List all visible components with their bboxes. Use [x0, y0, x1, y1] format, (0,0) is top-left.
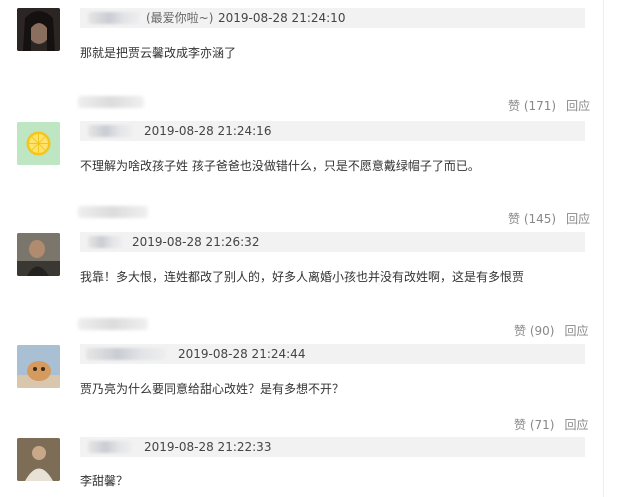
avatar[interactable]	[17, 438, 60, 481]
like-button[interactable]: 赞 (90)	[514, 324, 554, 338]
like-button[interactable]: 赞 (71)	[514, 418, 554, 432]
timestamp: 2019-08-28 21:24:16	[144, 124, 272, 138]
comment-actions: 赞 (71) 回应	[514, 416, 588, 433]
reply-button[interactable]: 回应	[566, 99, 590, 113]
timestamp: 2019-08-28 21:24:10	[218, 11, 346, 25]
comment-meta: 2019-08-28 21:22:33	[80, 437, 585, 457]
comment-text: 贾乃亮为什么要同意给甜心改姓？是有多想不开？	[80, 382, 345, 396]
comment-meta: (最爱你啦~) 2019-08-28 21:24:10	[80, 8, 585, 28]
comment-meta: 2019-08-28 21:26:32	[80, 232, 585, 252]
comment-meta: 2019-08-28 21:24:44	[80, 344, 585, 364]
reply-preview	[78, 318, 148, 330]
like-button[interactable]: 赞 (145)	[508, 212, 556, 226]
reply-button[interactable]: 回应	[564, 324, 588, 338]
username[interactable]	[88, 441, 132, 453]
comment-text: 不理解为啥改孩子姓 孩子爸爸也没做错什么，只是不愿意戴绿帽子了而已。	[80, 159, 480, 173]
reply-button[interactable]: 回应	[566, 212, 590, 226]
reply-button[interactable]: 回应	[564, 418, 588, 432]
comment-meta: 2019-08-28 21:24:16	[80, 121, 585, 141]
username[interactable]	[86, 348, 166, 360]
reply-preview	[78, 96, 144, 108]
username[interactable]	[88, 12, 140, 24]
timestamp: 2019-08-28 21:26:32	[132, 235, 260, 249]
comment-text: 李甜馨？	[80, 474, 129, 488]
comment-actions: 赞 (145) 回应	[508, 210, 590, 227]
timestamp: 2019-08-28 21:22:33	[144, 440, 272, 454]
comment-actions: 赞 (90) 回应	[514, 322, 588, 339]
like-button[interactable]: 赞 (171)	[508, 99, 556, 113]
comment-text: 那就是把贾云馨改成李亦涵了	[80, 46, 237, 60]
avatar[interactable]	[17, 345, 60, 388]
username-suffix: (最爱你啦~)	[146, 11, 214, 25]
timestamp: 2019-08-28 21:24:44	[178, 347, 306, 361]
avatar[interactable]	[17, 233, 60, 276]
comment-actions: 赞 (171) 回应	[508, 97, 590, 114]
username[interactable]	[88, 125, 132, 137]
username[interactable]	[88, 236, 122, 248]
reply-preview	[78, 206, 148, 218]
avatar[interactable]	[17, 122, 60, 165]
comment-text: 我靠！多大恨，连姓都改了别人的，好多人离婚小孩也并没有改姓啊，这是有多恨贾	[80, 270, 525, 284]
scrollbar-track[interactable]	[603, 0, 604, 497]
avatar[interactable]	[17, 8, 60, 51]
